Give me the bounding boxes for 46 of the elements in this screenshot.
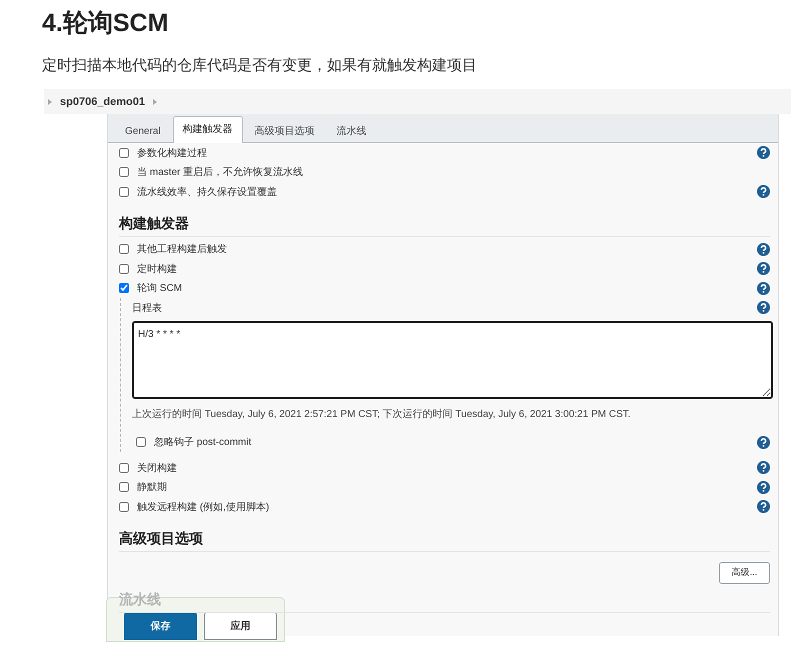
- help-icon[interactable]: [757, 301, 770, 314]
- help-icon[interactable]: [757, 436, 770, 449]
- checkbox[interactable]: [119, 244, 129, 254]
- save-button[interactable]: 保存: [124, 612, 197, 640]
- advanced-button[interactable]: 高级...: [719, 562, 770, 584]
- option-label: 参数化构建过程: [137, 146, 208, 160]
- help-icon[interactable]: [757, 262, 770, 276]
- checkbox[interactable]: [119, 167, 129, 178]
- article-heading: 4.轮询SCM: [42, 8, 170, 39]
- checkbox[interactable]: [119, 502, 129, 512]
- tab[interactable]: General: [115, 119, 171, 143]
- tab[interactable]: 高级项目选项: [244, 119, 325, 143]
- option-label: 静默期: [137, 480, 168, 494]
- apply-button[interactable]: 应用: [204, 612, 277, 640]
- option-label: 流水线效率、持久保存设置覆盖: [137, 186, 278, 199]
- section-heading: 高级项目选项: [119, 524, 770, 552]
- chevron-icon: [48, 98, 52, 104]
- breadcrumb-link[interactable]: sp0706_demo01: [60, 96, 145, 108]
- help-icon[interactable]: [757, 480, 770, 494]
- schedule-note: 上次运行的时间 Tuesday, July 6, 2021 2:57:21 PM CST; 下次运行的时间 Tuesday, July 6, 2021 3:00:21 PM CST.: [132, 408, 632, 420]
- help-icon[interactable]: [757, 185, 770, 198]
- option-label: 当 master 重启后，不允许恢复流水线: [137, 166, 304, 180]
- checkbox[interactable]: [136, 437, 146, 448]
- help-icon[interactable]: [757, 242, 770, 256]
- checkbox[interactable]: [119, 482, 129, 492]
- intro-text: 定时扫描本地代码的仓库代码是否有变更，如果有就触发构建项目: [42, 56, 478, 76]
- schedule-field[interactable]: H/3 * * * *: [132, 320, 773, 398]
- checkbox[interactable]: [119, 148, 129, 158]
- tab[interactable]: 构建触发器: [172, 116, 243, 143]
- option-label: 定时构建: [137, 262, 178, 276]
- checkbox[interactable]: [119, 462, 129, 473]
- field-label: 日程表: [132, 302, 163, 315]
- option-label: 其他工程构建后触发: [137, 242, 228, 256]
- checkbox[interactable]: [119, 264, 129, 274]
- section-heading: 构建触发器: [119, 210, 770, 236]
- option-label: 轮询 SCM: [137, 282, 183, 296]
- option-label: 忽略钩子 post-commit: [154, 436, 252, 450]
- checkbox[interactable]: [119, 283, 129, 294]
- option-label: 关闭构建: [137, 462, 178, 475]
- help-icon[interactable]: [757, 500, 770, 514]
- tab[interactable]: 流水线: [326, 119, 377, 143]
- checkbox[interactable]: [119, 186, 129, 197]
- option-label: 触发远程构建 (例如,使用脚本): [137, 500, 270, 514]
- help-icon[interactable]: [757, 282, 770, 295]
- help-icon[interactable]: [757, 461, 770, 474]
- help-icon[interactable]: [757, 146, 770, 160]
